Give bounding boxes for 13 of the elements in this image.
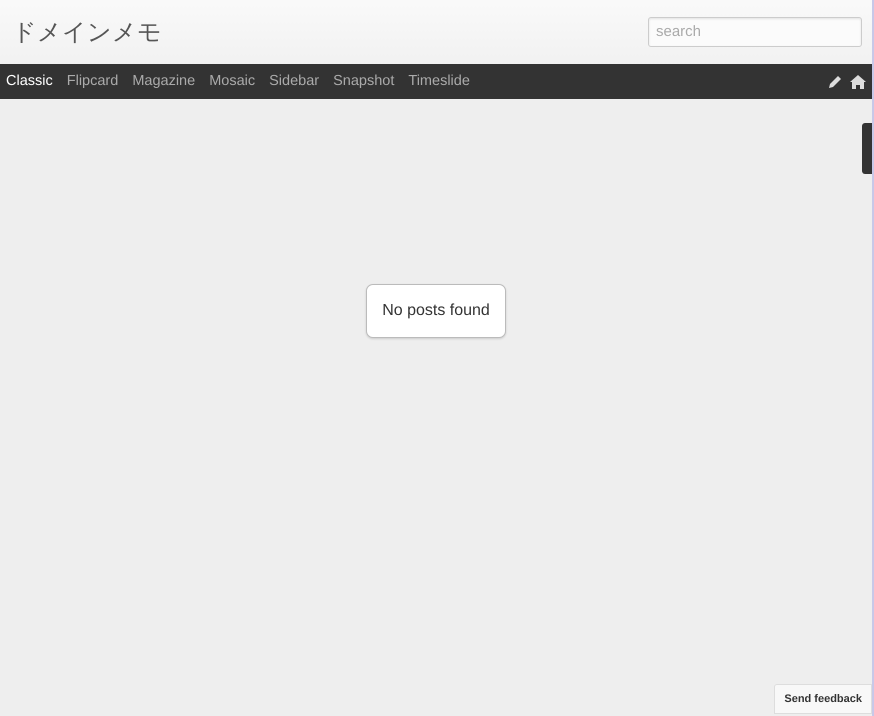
nav-link[interactable]: Classic <box>6 70 53 92</box>
search-field[interactable]: search <box>648 16 862 46</box>
nav-link[interactable]: Flipcard <box>66 70 118 92</box>
home-icon[interactable] <box>850 74 866 88</box>
nav-link[interactable]: Mosaic <box>209 70 256 92</box>
nav-link[interactable]: Snapshot <box>333 70 394 92</box>
pencil-icon[interactable] <box>828 74 842 88</box>
empty-message: No posts found <box>366 284 506 338</box>
nav-link[interactable]: Timeslide <box>408 70 470 92</box>
nav-link[interactable]: Magazine <box>132 70 196 92</box>
feedback-button[interactable]: Send feedback <box>774 684 872 714</box>
nav-link[interactable]: Sidebar <box>269 70 320 92</box>
site-title: ドメインメモ <box>12 17 162 48</box>
